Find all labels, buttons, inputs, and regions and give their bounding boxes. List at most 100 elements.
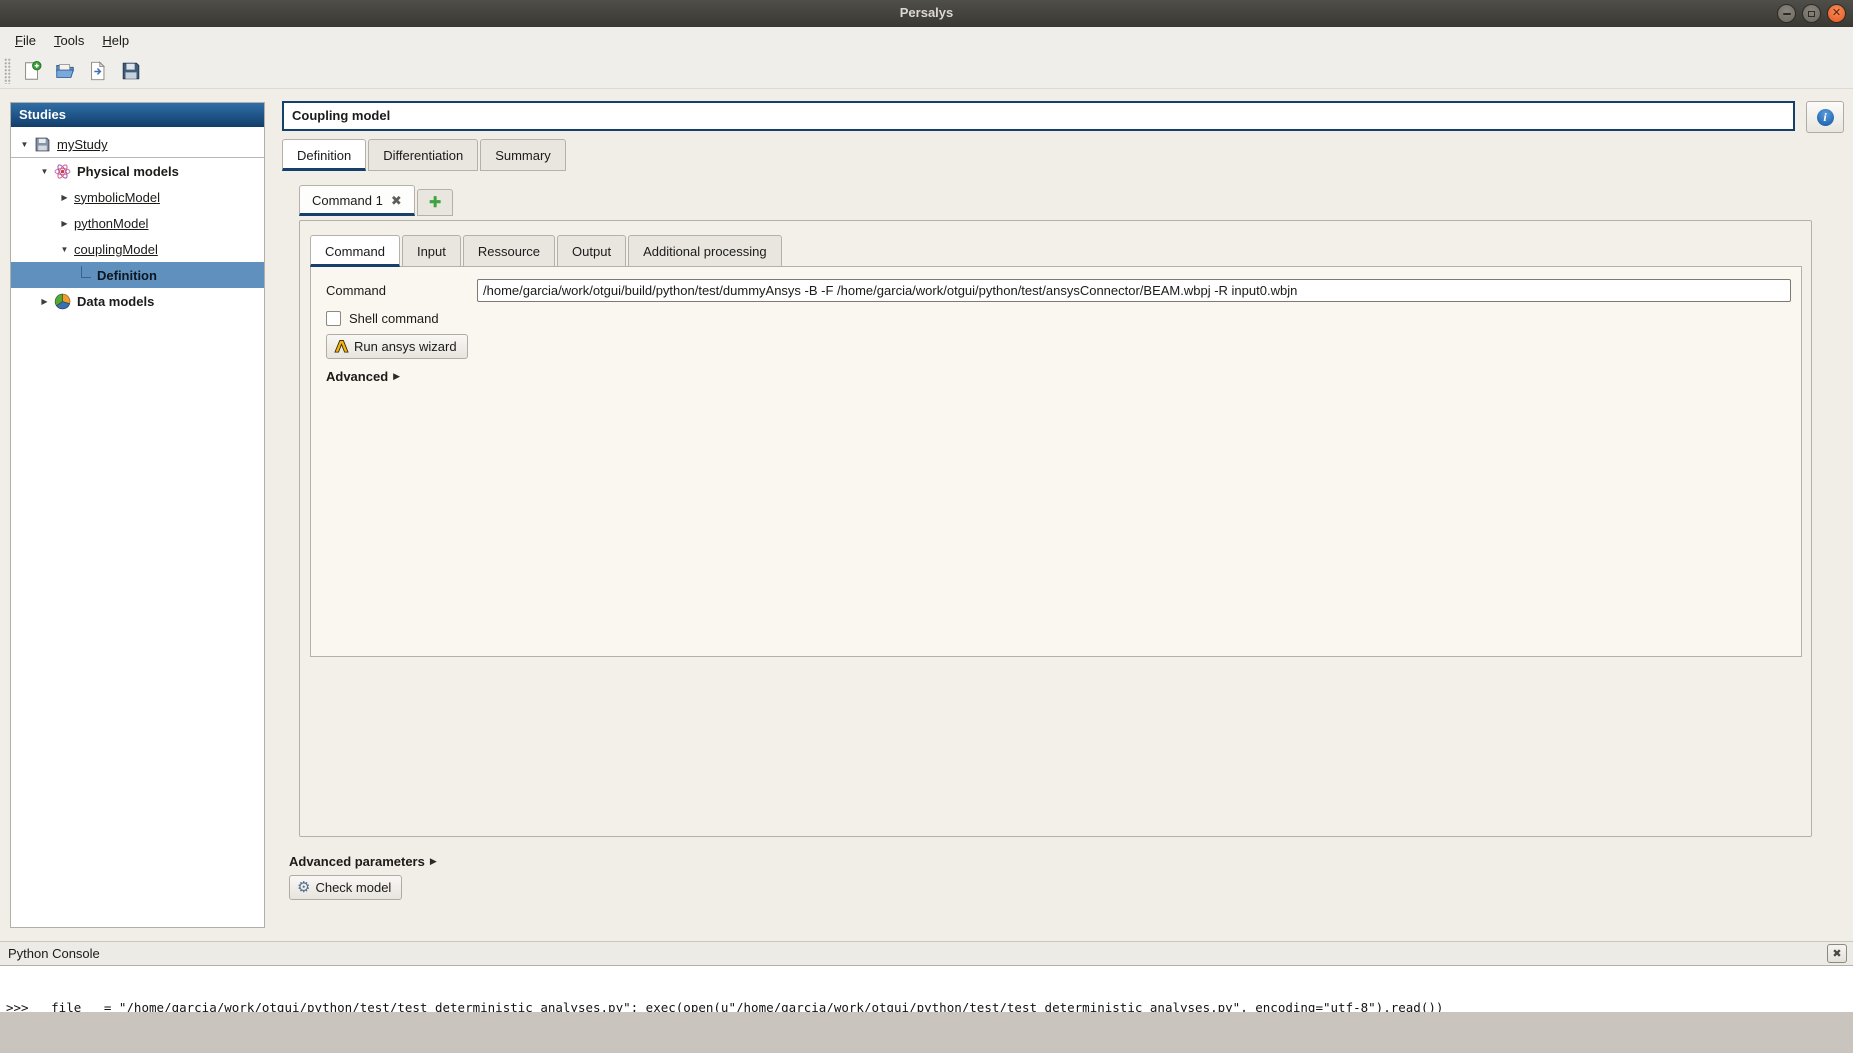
ansys-logo-icon: [334, 339, 349, 354]
import-script-icon: [87, 60, 109, 82]
sidebar-item-pythonmodel[interactable]: ▶ pythonModel: [11, 210, 264, 236]
close-icon: ✖: [1832, 947, 1841, 960]
expander-icon[interactable]: ▼: [59, 245, 70, 254]
minimize-button[interactable]: [1777, 4, 1796, 23]
content-area: Studies ▼ myStudy ▼: [0, 89, 1853, 941]
tab-input[interactable]: Input: [402, 235, 461, 267]
tree-item-label: pythonModel: [74, 216, 148, 231]
new-study-button[interactable]: [17, 56, 47, 86]
study-icon: [34, 136, 51, 153]
sidebar-item-data-models[interactable]: ▶ Data models: [11, 288, 264, 314]
minimize-icon: [1783, 13, 1791, 15]
chevron-right-icon: ▶: [393, 371, 400, 382]
command-group-frame: Command Input Ressource Output Additiona…: [299, 220, 1812, 837]
menubar: File Tools Help: [0, 27, 1853, 53]
tab-additional-processing[interactable]: Additional processing: [628, 235, 782, 267]
maximize-button[interactable]: [1802, 4, 1821, 23]
close-icon: ✕: [1832, 8, 1841, 19]
tab-command-1[interactable]: Command 1 ✖: [299, 185, 415, 216]
tab-definition[interactable]: Definition: [282, 139, 366, 171]
toolbar: [0, 53, 1853, 89]
advanced-label: Advanced: [326, 369, 388, 384]
data-models-icon: [54, 293, 71, 310]
command-input[interactable]: [477, 279, 1791, 302]
chevron-right-icon: ▶: [430, 856, 437, 867]
menu-help[interactable]: Help: [93, 30, 138, 51]
advanced-toggle[interactable]: Advanced ▶: [326, 369, 1791, 384]
menu-file[interactable]: File: [6, 30, 45, 51]
command-tab-page: Command Shell command: [310, 266, 1802, 657]
new-study-icon: [21, 60, 43, 82]
console-line: >>> __file__ = "/home/garcia/work/otgui/…: [6, 999, 1849, 1012]
shell-command-label: Shell command: [349, 311, 439, 326]
python-console-title: Python Console: [8, 946, 1827, 961]
tree-item-label: Physical models: [77, 164, 179, 179]
expander-icon[interactable]: ▶: [39, 297, 50, 306]
info-button[interactable]: i: [1806, 101, 1844, 133]
expander-icon[interactable]: ▶: [59, 219, 70, 228]
sidebar-item-physical-models[interactable]: ▼ Physical models: [11, 158, 264, 184]
tree-item-label: Data models: [77, 294, 154, 309]
run-ansys-wizard-label: Run ansys wizard: [354, 339, 457, 354]
command-label: Command: [326, 283, 477, 298]
python-console[interactable]: >>> __file__ = "/home/garcia/work/otgui/…: [0, 965, 1853, 1012]
atom-icon: [54, 163, 71, 180]
expander-icon[interactable]: ▼: [39, 167, 50, 176]
gear-icon: ⚙: [297, 880, 310, 895]
window-controls: ✕: [1777, 4, 1846, 23]
tab-summary[interactable]: Summary: [480, 139, 566, 171]
model-tabbar: Definition Differentiation Summary: [277, 139, 1844, 171]
open-study-icon: [54, 60, 76, 82]
model-title-row: Coupling model i: [277, 101, 1844, 133]
studies-sidebar: Studies ▼ myStudy ▼: [10, 102, 265, 928]
expander-icon[interactable]: ▼: [19, 140, 30, 149]
window-title: Persalys: [0, 0, 1853, 26]
tree-item-label: myStudy: [57, 137, 108, 152]
main-panel: Coupling model i Definition Differentiat…: [277, 101, 1844, 941]
expander-icon[interactable]: ▶: [59, 193, 70, 202]
sidebar-item-symbolicmodel[interactable]: ▶ symbolicModel: [11, 184, 264, 210]
tab-output[interactable]: Output: [557, 235, 626, 267]
advanced-parameters-label: Advanced parameters: [289, 854, 425, 869]
tree-branch-icon: [81, 266, 91, 278]
persalys-window: Persalys ✕ File Tools Help: [0, 0, 1853, 1053]
import-script-button[interactable]: [83, 56, 113, 86]
check-model-label: Check model: [315, 880, 391, 895]
shell-command-row: Shell command: [326, 311, 1791, 326]
shell-command-checkbox[interactable]: [326, 311, 341, 326]
command-tab-label: Command 1: [312, 193, 383, 208]
save-icon: [120, 60, 142, 82]
tab-ressource[interactable]: Ressource: [463, 235, 555, 267]
tree-item-label: couplingModel: [74, 242, 158, 257]
close-tab-icon[interactable]: ✖: [391, 194, 402, 207]
maximize-icon: [1808, 11, 1815, 17]
command-form-row: Command: [326, 278, 1791, 302]
tree-item-label: symbolicModel: [74, 190, 160, 205]
sidebar-item-mystudy[interactable]: ▼ myStudy: [11, 132, 264, 158]
info-icon: i: [1817, 109, 1834, 126]
study-tree: ▼ myStudy ▼: [11, 127, 264, 314]
add-command-tab-button[interactable]: ✚: [417, 189, 454, 216]
check-model-button[interactable]: ⚙ Check model: [289, 875, 402, 900]
bottom-strip: [0, 1012, 1853, 1053]
run-ansys-wizard-button[interactable]: Run ansys wizard: [326, 334, 468, 359]
save-button[interactable]: [116, 56, 146, 86]
command-inner-tabbar: Command Input Ressource Output Additiona…: [310, 235, 1811, 267]
plus-icon: ✚: [429, 194, 442, 211]
tab-command[interactable]: Command: [310, 235, 400, 267]
tree-item-label: Definition: [97, 268, 157, 283]
sidebar-item-couplingmodel[interactable]: ▼ couplingModel: [11, 236, 264, 262]
console-close-button[interactable]: ✖: [1827, 944, 1847, 963]
open-study-button[interactable]: [50, 56, 80, 86]
page-title: Coupling model: [282, 101, 1795, 131]
studies-header: Studies: [11, 103, 264, 127]
close-button[interactable]: ✕: [1827, 4, 1846, 23]
sidebar-item-definition[interactable]: Definition: [11, 262, 264, 288]
titlebar: Persalys ✕: [0, 0, 1853, 27]
menu-tools[interactable]: Tools: [45, 30, 93, 51]
toolbar-grip: [4, 58, 11, 84]
advanced-parameters-toggle[interactable]: Advanced parameters ▶: [289, 854, 1844, 869]
python-console-header: Python Console ✖: [0, 941, 1853, 965]
tab-differentiation[interactable]: Differentiation: [368, 139, 478, 171]
command-tabbar: Command 1 ✖ ✚: [299, 185, 1844, 216]
